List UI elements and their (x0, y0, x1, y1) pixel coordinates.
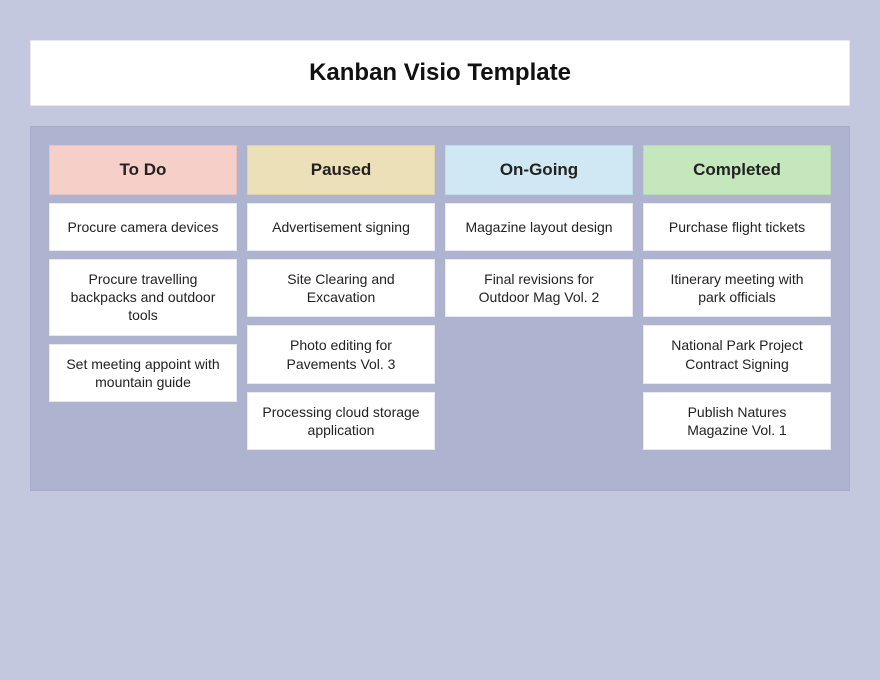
kanban-columns: To Do Procure camera devices Procure tra… (49, 145, 831, 450)
kanban-card[interactable]: Procure travelling backpacks and outdoor… (49, 259, 237, 336)
kanban-card[interactable]: Purchase flight tickets (643, 203, 831, 251)
column-completed: Completed Purchase flight tickets Itiner… (643, 145, 831, 450)
kanban-card[interactable]: Final revisions for Outdoor Mag Vol. 2 (445, 259, 633, 317)
kanban-board: To Do Procure camera devices Procure tra… (30, 126, 850, 491)
kanban-card[interactable]: Site Clearing and Excavation (247, 259, 435, 317)
column-todo: To Do Procure camera devices Procure tra… (49, 145, 237, 450)
kanban-card[interactable]: Set meeting appoint with mountain guide (49, 344, 237, 402)
kanban-card[interactable]: Publish Natures Magazine Vol. 1 (643, 392, 831, 450)
kanban-card[interactable]: National Park Project Contract Signing (643, 325, 831, 383)
column-header-todo: To Do (49, 145, 237, 195)
kanban-card[interactable]: Procure camera devices (49, 203, 237, 251)
kanban-card[interactable]: Photo editing for Pavements Vol. 3 (247, 325, 435, 383)
column-header-completed: Completed (643, 145, 831, 195)
column-header-ongoing: On-Going (445, 145, 633, 195)
column-ongoing: On-Going Magazine layout design Final re… (445, 145, 633, 450)
column-header-paused: Paused (247, 145, 435, 195)
kanban-card[interactable]: Advertisement signing (247, 203, 435, 251)
kanban-card[interactable]: Processing cloud storage application (247, 392, 435, 450)
kanban-card[interactable]: Itinerary meeting with park officials (643, 259, 831, 317)
column-paused: Paused Advertisement signing Site Cleari… (247, 145, 435, 450)
page-title: Kanban Visio Template (30, 40, 850, 106)
kanban-card[interactable]: Magazine layout design (445, 203, 633, 251)
